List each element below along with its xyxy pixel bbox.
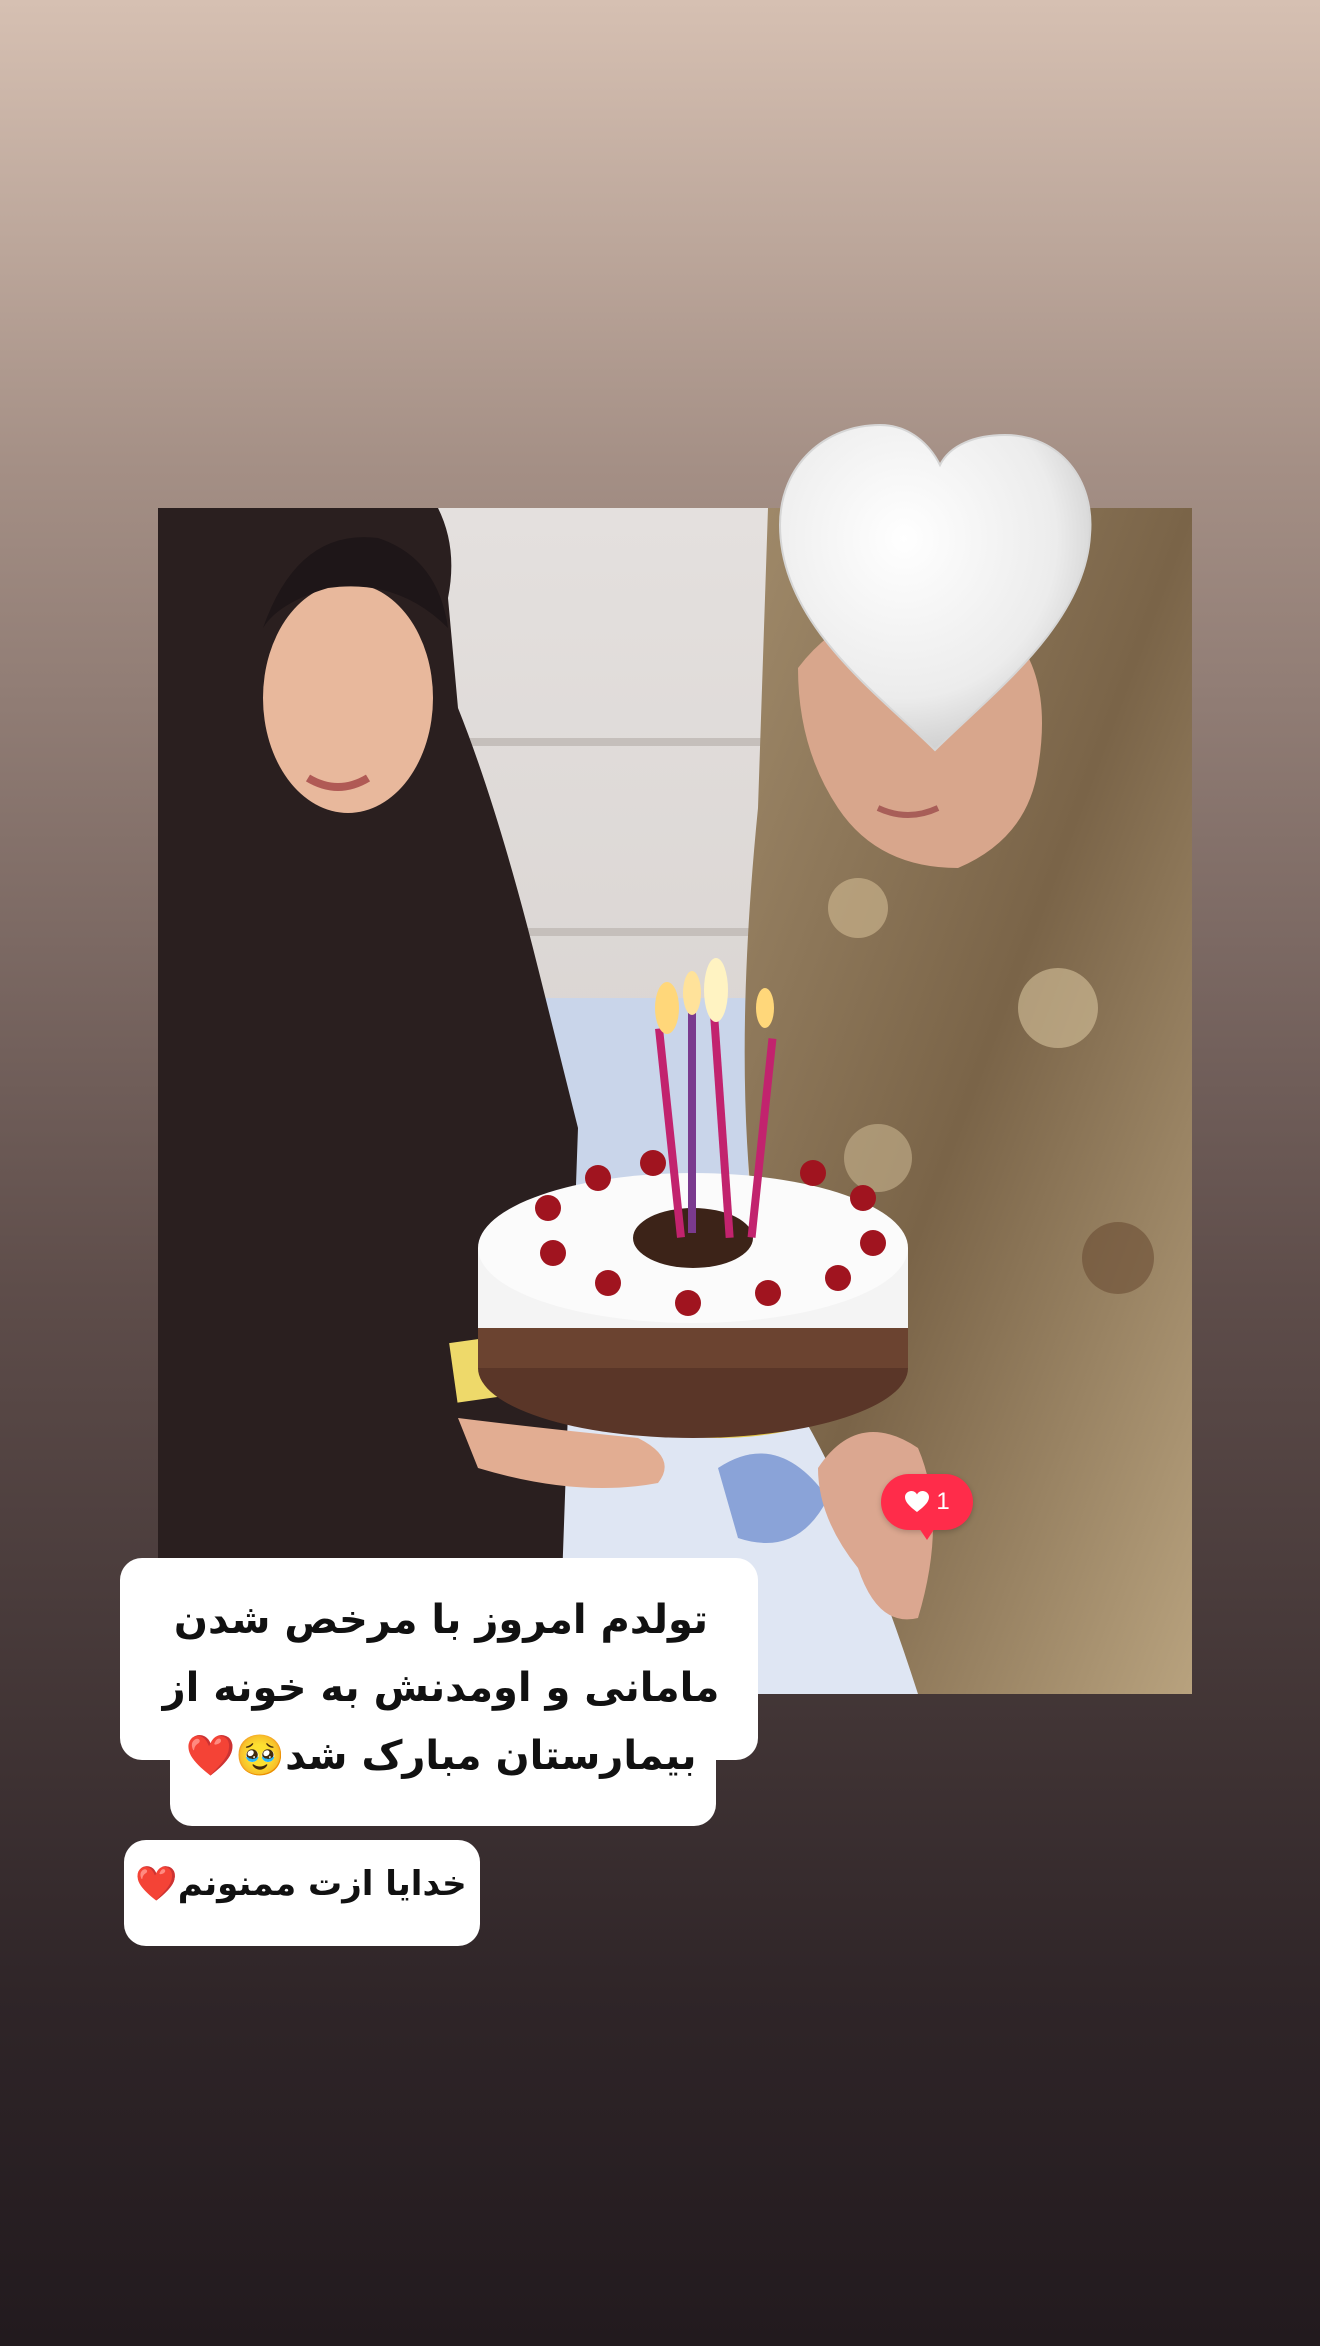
caption-line-2: مامانی و اومدنش به خونه از — [162, 1665, 720, 1711]
white-heart-icon — [760, 405, 1110, 765]
caption-line-1: تولدم امروز با مرخص شدن — [173, 1597, 709, 1643]
heart-icon — [905, 1491, 930, 1512]
caption-line-3: بیمارستان مبارک شد🥹❤️ — [185, 1733, 697, 1779]
story-caption-1: تولدم امروز با مرخص شدن مامانی و اومدنش … — [126, 1586, 756, 1790]
like-count: 1 — [936, 1488, 950, 1515]
story-caption-2: خدایا ازت ممنونم❤️ — [135, 1864, 467, 1904]
like-badge[interactable]: 1 — [881, 1474, 973, 1540]
